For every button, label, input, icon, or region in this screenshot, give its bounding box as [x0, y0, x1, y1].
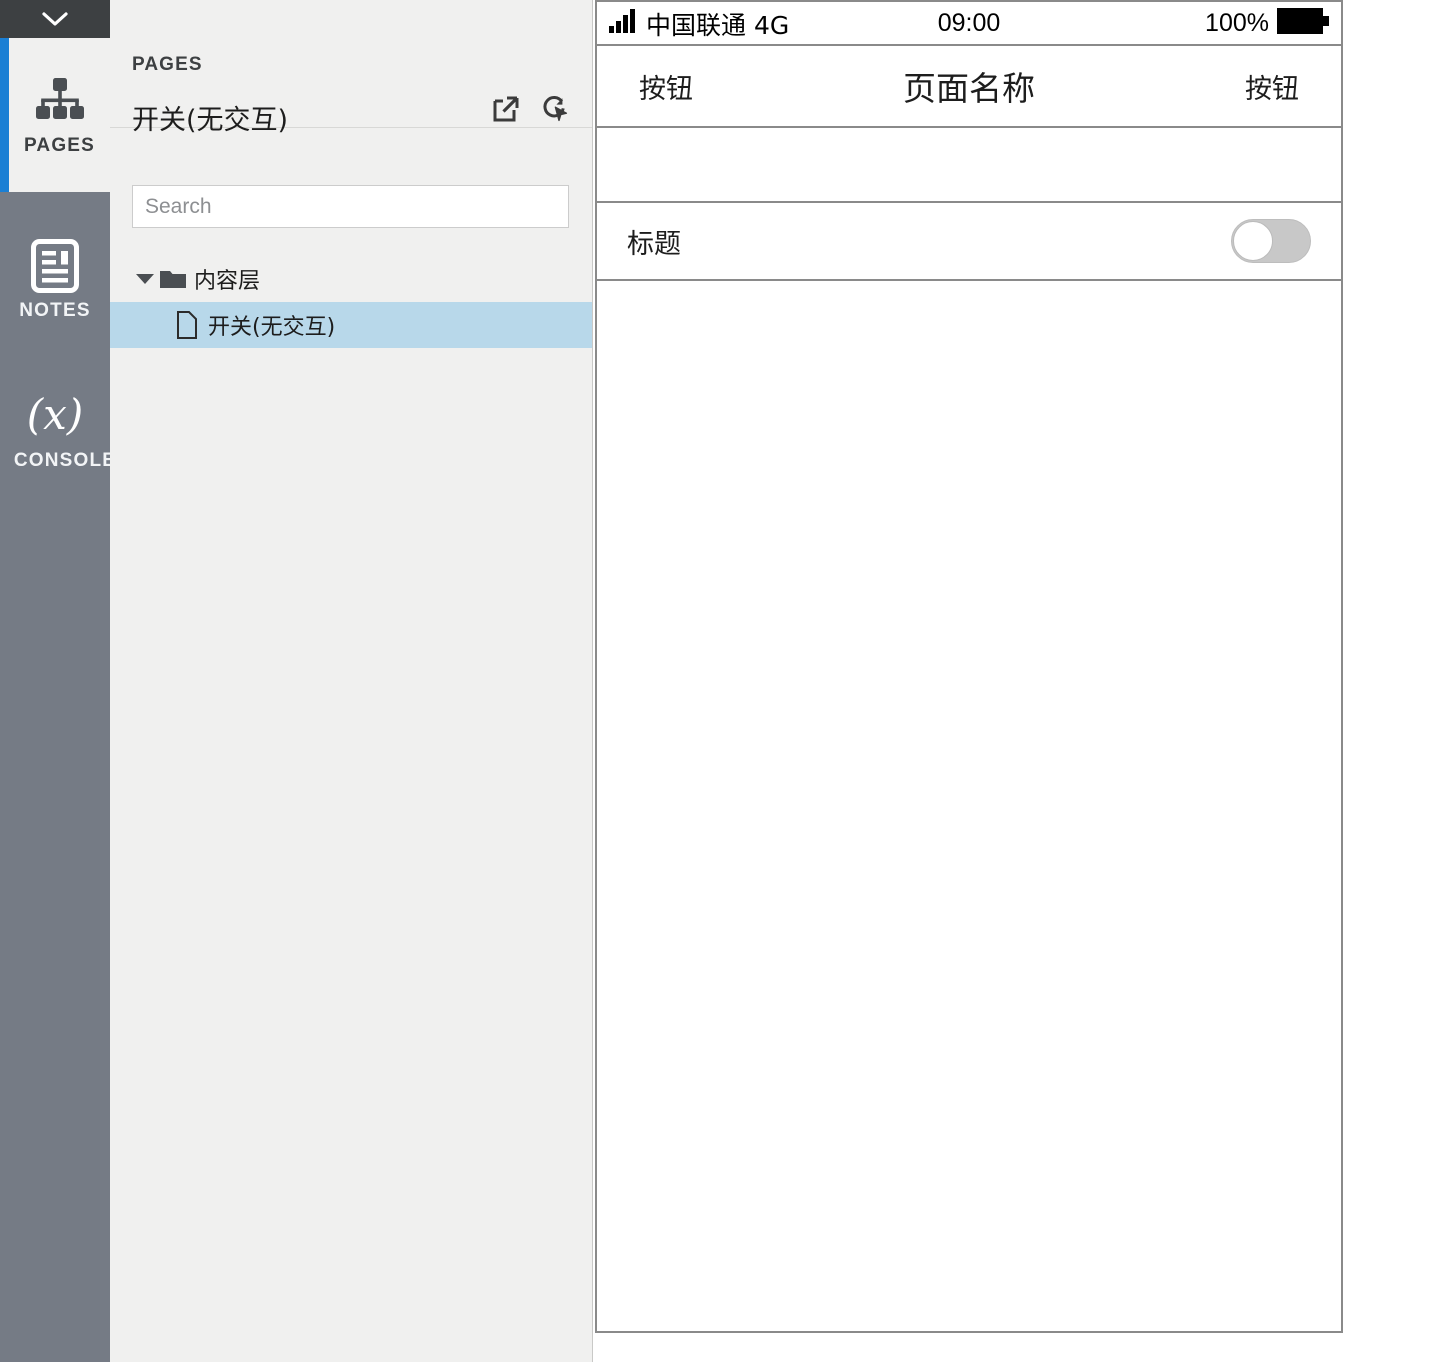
rail-tab-console[interactable]: (x) CONSOLE [0, 370, 110, 490]
status-bar-right: 100% [1205, 7, 1329, 39]
reload-cursor-icon[interactable] [540, 94, 570, 129]
status-bar: 中国联通 4G 09:00 100% [595, 0, 1343, 46]
battery-percent-label: 100% [1205, 8, 1269, 37]
toggle-row: 标题 [595, 203, 1343, 281]
battery-full-icon [1277, 7, 1329, 39]
rail-tab-pages[interactable]: PAGES [0, 38, 110, 192]
sitemap-icon [34, 73, 86, 129]
document-lines-icon [31, 238, 79, 294]
rail-tab-notes[interactable]: NOTES [0, 220, 110, 340]
page-title: 开关(无交互) [132, 105, 289, 136]
rail-tab-label-clip: CONSOLE [0, 444, 110, 472]
rail-tab-label: NOTES [19, 300, 91, 321]
panel-header-actions [492, 94, 570, 129]
pages-tree: 内容层 开关(无交互) [110, 256, 592, 348]
nav-bar: 按钮 页面名称 按钮 [595, 46, 1343, 128]
pages-panel-header: PAGES 开关(无交互) [110, 0, 592, 136]
tree-row-folder[interactable]: 内容层 [110, 256, 592, 302]
pages-panel: PAGES 开关(无交互) Search 内容层 开关(无交互) [110, 0, 593, 1362]
search-field[interactable] [132, 185, 569, 228]
chevron-down-icon[interactable] [132, 273, 158, 285]
preview-canvas: 中国联通 4G 09:00 100% 按钮 页面名称 按钮 标题 [594, 0, 1438, 1362]
svg-text:(x): (x) [27, 390, 83, 439]
toggle-row-label: 标题 [627, 228, 681, 260]
toggle-switch-knob [1233, 221, 1273, 261]
folder-icon [158, 268, 188, 290]
panel-collapse-button[interactable] [0, 0, 110, 38]
tree-item-label: 开关(无交互) [208, 315, 336, 340]
content-area [595, 281, 1343, 1333]
nav-right-button[interactable]: 按钮 [1245, 67, 1299, 106]
panel-eyebrow-label: PAGES [132, 54, 203, 75]
variable-x-icon: (x) [23, 388, 87, 444]
tree-item-label: 内容层 [194, 269, 261, 294]
open-in-new-window-icon[interactable] [492, 95, 520, 128]
search-input[interactable] [133, 186, 568, 227]
toggle-switch[interactable] [1231, 219, 1311, 263]
empty-spacer-row [595, 128, 1343, 203]
rail-tab-label: CONSOLE [13, 450, 110, 471]
nav-title: 页面名称 [903, 69, 1035, 108]
tree-row-page[interactable]: 开关(无交互) [110, 302, 592, 348]
chevron-down-icon [42, 12, 68, 26]
rail-tab-label: PAGES [23, 135, 96, 156]
page-file-icon [172, 311, 202, 339]
left-rail: PAGES NOTES (x) CONSOLE [0, 0, 110, 1362]
device-preview: 中国联通 4G 09:00 100% 按钮 页面名称 按钮 标题 [595, 0, 1343, 1333]
